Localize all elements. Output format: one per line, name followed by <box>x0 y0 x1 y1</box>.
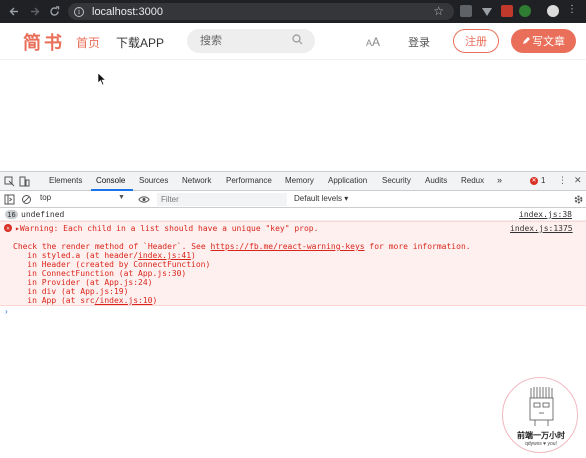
login-link[interactable]: 登录 <box>408 34 430 50</box>
error-warning-text[interactable]: ▸Warning: Each child in a list should ha… <box>15 224 318 233</box>
tab-console[interactable]: Console <box>96 176 125 185</box>
error-count-value: 1 <box>541 176 546 185</box>
device-toolbar-icon[interactable] <box>19 176 30 187</box>
devtools-menu-icon[interactable]: ⋮ <box>558 175 567 186</box>
screen: i localhost:3000 ☆ ⋮ 简书 首页 下载APP AA 登录 注… <box>0 0 586 458</box>
more-tabs-button[interactable]: » <box>497 175 502 185</box>
stack-line: in App (at src/index.js:10) <box>8 296 157 305</box>
tab-application[interactable]: Application <box>328 176 367 185</box>
error-icon: ✕ <box>4 224 12 232</box>
error-source-link[interactable]: index.js:1375 <box>510 224 573 233</box>
url-text[interactable]: localhost:3000 <box>92 6 163 18</box>
stack-tail: ) <box>152 296 158 305</box>
font-size-toggle[interactable]: AA <box>366 35 380 49</box>
react-warning-keys-link[interactable]: https://fb.me/react-warning-keys <box>210 242 364 251</box>
error-detail-line: Check the render method of `Header`. See… <box>13 242 471 251</box>
nav-download-app-link[interactable]: 下载APP <box>116 34 164 51</box>
pen-icon <box>523 37 530 44</box>
mascot-icon <box>529 387 554 426</box>
tab-elements[interactable]: Elements <box>49 176 82 185</box>
console-toolbar: top ▼ Default levels ▾ <box>0 191 586 208</box>
console-log-row: 16 undefined index.js:38 <box>0 209 586 221</box>
write-article-label: 写文章 <box>532 36 565 48</box>
mouse-cursor-icon <box>98 73 106 85</box>
stack-line: in Provider (at App.js:24) <box>8 278 153 287</box>
info-icon[interactable]: i <box>74 6 84 17</box>
log-source-link[interactable]: index.js:38 <box>519 210 572 219</box>
stack-link[interactable]: index.js:41 <box>138 251 191 260</box>
stack-line: in Header (created by ConnectFunction) <box>8 260 211 269</box>
devtools-panel: Elements Console Sources Network Perform… <box>0 171 586 458</box>
inspect-element-icon[interactable] <box>4 176 15 187</box>
error-icon: ✕ <box>530 176 538 185</box>
context-dropdown-icon[interactable]: ▼ <box>118 194 125 201</box>
stack-line: in div (at App.js:19) <box>8 287 129 296</box>
sidebar-toggle-icon[interactable] <box>4 194 15 205</box>
tab-security[interactable]: Security <box>382 176 411 185</box>
console-settings-gear-icon[interactable] <box>573 194 584 205</box>
devtools-tabbar: Elements Console Sources Network Perform… <box>0 172 586 191</box>
browser-menu-icon[interactable]: ⋮ <box>567 4 579 16</box>
site-logo[interactable]: 简书 <box>23 29 65 55</box>
stack-text: in styled.a (at header/ <box>8 251 139 260</box>
write-article-button[interactable]: 写文章 <box>511 29 576 53</box>
log-levels-dropdown[interactable]: Default levels ▾ <box>294 194 348 203</box>
tab-memory[interactable]: Memory <box>285 176 314 185</box>
browser-toolbar: i localhost:3000 ☆ ⋮ <box>0 0 586 23</box>
error-detail-prefix: Check the render method of `Header`. See <box>13 242 211 251</box>
font-size-big-a: A <box>372 35 381 49</box>
console-filter-input[interactable] <box>157 193 287 206</box>
close-devtools-icon[interactable]: ✕ <box>574 175 582 186</box>
stack-line: in styled.a (at header/index.js:41) <box>8 251 196 260</box>
tab-network[interactable]: Network <box>182 176 211 185</box>
extension-red-icon[interactable] <box>501 5 513 17</box>
register-button[interactable]: 注册 <box>453 29 499 53</box>
extension-green-icon[interactable] <box>519 5 531 17</box>
forward-icon[interactable] <box>26 4 42 20</box>
nav-home-link[interactable]: 首页 <box>76 34 100 51</box>
tab-redux[interactable]: Redux <box>461 176 484 185</box>
extension-vue-icon[interactable] <box>481 5 493 17</box>
watermark-subtitle: qdywxs ♥ you! <box>525 441 557 447</box>
console-prompt[interactable]: › <box>5 307 8 316</box>
watermark-logo: 前端一万小时 qdywxs ♥ you! <box>502 377 578 453</box>
console-error-row: ✕ ▸Warning: Each child in a list should … <box>0 221 586 306</box>
address-bar[interactable]: i localhost:3000 ☆ <box>68 3 454 20</box>
stack-link[interactable]: /index.js:10 <box>95 296 153 305</box>
search-icon[interactable] <box>292 34 303 45</box>
error-detail-suffix: for more information. <box>364 242 471 251</box>
back-icon[interactable] <box>6 4 22 20</box>
repeat-count-badge: 16 <box>5 210 18 219</box>
stack-line: in ConnectFunction (at App.js:30) <box>8 269 187 278</box>
clear-console-icon[interactable] <box>21 194 32 205</box>
stack-text: in App (at src <box>8 296 95 305</box>
error-counter[interactable]: ✕ 1 <box>530 176 545 185</box>
watermark-title: 前端一万小时 <box>517 431 565 440</box>
tab-audits[interactable]: Audits <box>425 176 447 185</box>
bookmark-star-icon[interactable]: ☆ <box>433 4 444 18</box>
reload-icon[interactable] <box>46 4 62 20</box>
log-message: undefined <box>21 210 65 219</box>
extension-shield-icon[interactable] <box>460 5 472 17</box>
context-select[interactable]: top <box>40 193 130 205</box>
live-expression-eye-icon[interactable] <box>138 194 150 205</box>
tab-performance[interactable]: Performance <box>226 176 272 185</box>
stack-tail: ) <box>191 251 196 260</box>
profile-avatar-icon[interactable] <box>547 5 559 17</box>
site-header: 简书 首页 下载APP AA 登录 注册 写文章 <box>0 23 586 60</box>
tab-sources[interactable]: Sources <box>139 176 168 185</box>
